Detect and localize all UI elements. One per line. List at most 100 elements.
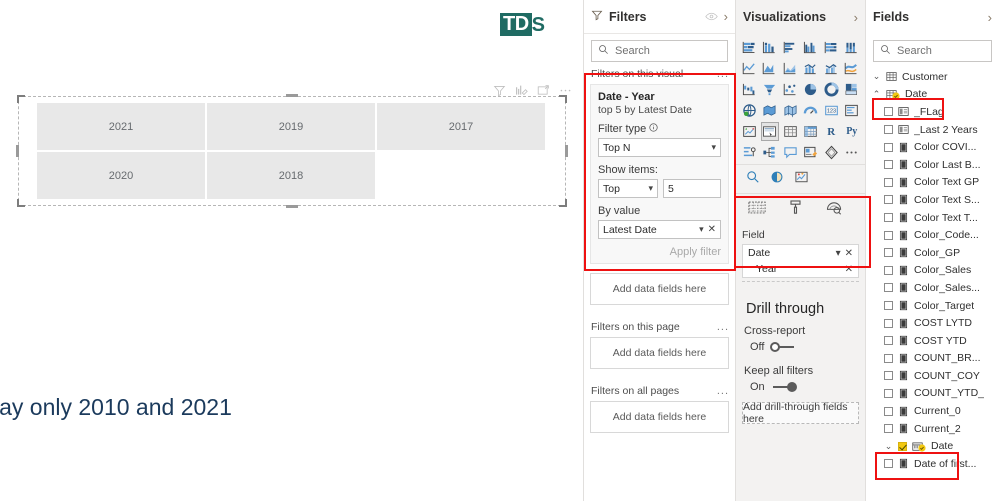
cross-report-toggle[interactable]: Off [736,337,865,353]
fields-tree[interactable]: ⌄ Customer ⌃ Date _FLag _Last 2 Years Color CO… [866,66,999,473]
100-stacked-column-chart-icon[interactable] [843,38,862,57]
slicer-tile[interactable]: 2018 [207,152,375,199]
field-item-color-sales[interactable]: Color_Sales [866,262,999,280]
show-items-direction-select[interactable]: Top ▾ [598,179,658,198]
field-checkbox[interactable] [884,406,893,416]
visualization-pane-tabs[interactable] [736,193,865,225]
date-year-filter-card[interactable]: Date - Year top 5 by Latest Date Filter … [590,84,729,264]
custom-visual-icon[interactable] [794,170,809,189]
gauge-icon[interactable] [802,101,821,120]
fields-search-input[interactable]: Search [873,40,992,62]
chevron-down-icon[interactable]: ▾ [699,224,704,235]
filters-on-all-pages-more-icon[interactable]: ... [717,385,729,397]
paginated-report-icon[interactable] [822,143,841,162]
more-visuals-icon[interactable] [843,143,862,162]
show-items-count-input[interactable]: 5 [663,179,721,198]
remove-field-icon[interactable]: ✕ [845,248,853,259]
chevron-down-icon[interactable]: ▾ [836,248,841,259]
field-item-color-sales[interactable]: Color_Sales... [866,279,999,297]
visualization-gallery[interactable]: 123 R Py [736,34,865,164]
chevron-down-icon[interactable]: ⌄ [872,71,881,82]
treemap-icon[interactable] [843,80,862,99]
key-influencers-icon[interactable] [740,143,759,162]
slicer-tile[interactable]: 2019 [207,103,375,150]
slicer-tile[interactable]: 2021 [37,103,205,150]
visual-filters-dropzone[interactable]: Add data fields here [590,273,729,305]
slicer-tile-grid[interactable]: 2021 2019 2017 2020 2018 [37,103,545,199]
stacked-column-chart-icon[interactable] [761,38,780,57]
toggle-switch-off-icon[interactable] [770,342,796,352]
table-icon[interactable] [781,122,800,141]
field-checkbox[interactable] [884,195,893,205]
field-item-date[interactable]: ⌄ Date [866,437,999,455]
card-icon[interactable]: 123 [822,101,841,120]
field-item-color-text-s[interactable]: Color Text S... [866,191,999,209]
filled-map-icon[interactable] [761,101,780,120]
line-chart-icon[interactable] [740,59,759,78]
field-well-item-date[interactable]: Date ▾ ✕ [743,245,858,261]
resize-handle-right[interactable] [565,145,568,157]
field-item-color-text-gp[interactable]: Color Text GP [866,174,999,192]
r-script-visual-icon[interactable]: R [822,122,841,141]
python-visual-icon[interactable]: Py [843,122,862,141]
field-item-cost-lytd[interactable]: COST LYTD [866,314,999,332]
field-checkbox[interactable] [884,301,893,311]
q-and-a-icon[interactable] [781,143,800,162]
chevron-up-icon[interactable]: ⌃ [872,89,881,100]
field-checkbox[interactable] [884,265,893,275]
page-filters-dropzone[interactable]: Add data fields here [590,337,729,369]
scatter-chart-icon[interactable] [781,80,800,99]
slicer-icon[interactable] [760,122,779,141]
field-checkbox[interactable] [884,371,893,381]
slicer-tile[interactable]: 2017 [377,103,545,150]
field-checkbox[interactable] [884,424,893,434]
fields-pane[interactable]: Fields › Search ⌄ Customer ⌃ Date _FLag _Last… [865,0,999,501]
filters-pane[interactable]: Filters › Search Filters on this visual … [583,0,735,501]
field-item-count-ytd[interactable]: COUNT_YTD_ [866,385,999,403]
shape-map-icon[interactable] [781,101,800,120]
clustered-bar-chart-icon[interactable] [781,38,800,57]
field-item-cost-ytd[interactable]: COST YTD [866,332,999,350]
waterfall-chart-icon[interactable] [740,80,759,99]
field-item-date[interactable]: ⌃ Date [866,86,999,104]
multi-row-card-icon[interactable] [843,101,862,120]
resize-handle-bottom[interactable] [286,205,298,208]
all-pages-filters-dropzone[interactable]: Add data fields here [590,401,729,433]
field-well-box[interactable]: Date ▾ ✕ Year ✕ [742,244,859,278]
decomposition-tree-icon[interactable] [761,143,780,162]
chevron-down-icon[interactable]: ⌄ [884,441,893,452]
map-icon[interactable] [740,101,759,120]
filters-on-this-page-more-icon[interactable]: ... [717,321,729,333]
100-stacked-bar-chart-icon[interactable] [822,38,841,57]
clustered-column-chart-icon[interactable] [802,38,821,57]
area-chart-icon[interactable] [761,59,780,78]
field-item-color-target[interactable]: Color_Target [866,297,999,315]
field-checkbox[interactable] [884,177,893,187]
collapse-icon[interactable]: › [988,11,992,24]
resize-handle-left[interactable] [16,145,19,157]
stacked-bar-chart-icon[interactable] [740,38,759,57]
smart-narrative-icon[interactable] [802,143,821,162]
visualization-sub-toolbar[interactable] [736,164,865,193]
field-item-flag[interactable]: _FLag [866,103,999,121]
filter-type-select[interactable]: Top N ▾ [598,138,721,157]
stacked-area-chart-icon[interactable] [781,59,800,78]
analytics-tab-icon[interactable] [826,200,843,220]
field-checkbox[interactable] [884,459,893,469]
field-checkbox[interactable] [898,441,907,451]
filters-search-input[interactable]: Search [591,40,728,62]
resize-handle-bottom-right[interactable] [559,199,567,207]
format-contrast-icon[interactable] [770,170,784,189]
chevron-down-icon[interactable]: ▾ [711,142,716,153]
field-item-color-last-b[interactable]: Color Last B... [866,156,999,174]
line-clustered-column-chart-icon[interactable] [822,59,841,78]
field-checkbox[interactable] [884,213,893,223]
remove-field-icon[interactable]: ✕ [845,264,853,275]
field-item-last-2-years[interactable]: _Last 2 Years [866,121,999,139]
keep-all-filters-toggle[interactable]: On [736,377,865,393]
field-item-count-br[interactable]: COUNT_BR... [866,350,999,368]
resize-handle-top-left[interactable] [17,95,25,103]
field-checkbox[interactable] [884,318,893,328]
by-value-field-select[interactable]: Latest Date ▾ ✕ [598,220,721,239]
toggle-switch-on-icon[interactable] [771,382,797,392]
